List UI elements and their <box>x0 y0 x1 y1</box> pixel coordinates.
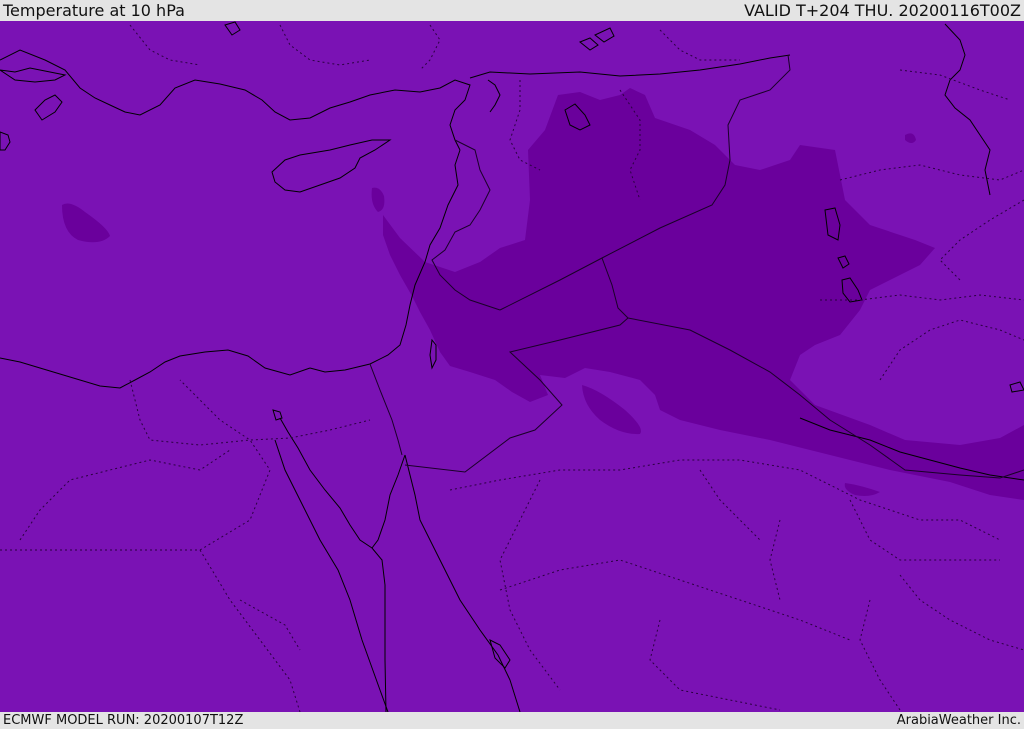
credit-label: ArabiaWeather Inc. <box>896 713 1021 728</box>
valid-time: VALID T+204 THU. 20200116T00Z <box>744 1 1021 20</box>
temperature-map <box>0 21 1024 712</box>
map-header: Temperature at 10 hPa VALID T+204 THU. 2… <box>0 0 1024 21</box>
map-title: Temperature at 10 hPa <box>3 1 185 20</box>
map-footer: ECMWF MODEL RUN: 20200107T12Z ArabiaWeat… <box>0 712 1024 729</box>
model-run-label: ECMWF MODEL RUN: 20200107T12Z <box>3 713 244 728</box>
